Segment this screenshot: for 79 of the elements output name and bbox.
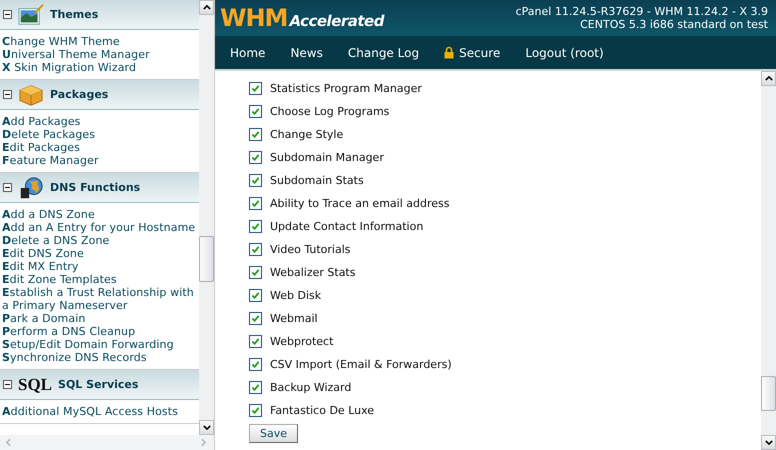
feature-label: Fantastico De Luxe: [270, 404, 374, 417]
sidebar-link[interactable]: Edit DNS Zone: [2, 247, 200, 260]
save-button[interactable]: Save: [249, 424, 298, 443]
feature-label: Subdomain Stats: [270, 174, 364, 187]
feature-label: Webalizer Stats: [270, 266, 356, 279]
section-title: Packages: [50, 88, 108, 101]
collapse-toggle[interactable]: [3, 380, 12, 389]
sql-logo: SQL: [18, 374, 52, 394]
checkbox[interactable]: [249, 289, 262, 302]
sidebar-link[interactable]: Add Packages: [2, 115, 200, 128]
version-text: cPanel 11.24.5-R37629 - WHM 11.24.2 - X 3.9: [516, 5, 768, 18]
scroll-down-button[interactable]: [761, 435, 776, 450]
scroll-down-button[interactable]: [199, 420, 214, 435]
checkbox[interactable]: [249, 174, 262, 187]
nav-link[interactable]: News: [290, 46, 323, 60]
checkbox[interactable]: [249, 220, 262, 233]
lock-icon: [444, 46, 454, 59]
sidebar-link[interactable]: Edit MX Entry: [2, 260, 200, 273]
feature-label: Web Disk: [270, 289, 322, 302]
nav-link[interactable]: Secure: [444, 46, 500, 60]
checkbox[interactable]: [249, 404, 262, 417]
scrollbar[interactable]: [199, 0, 214, 435]
box-icon: [18, 82, 44, 106]
checkbox[interactable]: [249, 151, 262, 164]
sidebar-link[interactable]: Perform a DNS Cleanup: [2, 325, 200, 338]
feature-label: Webmail: [270, 312, 318, 325]
scroll-up-button[interactable]: [761, 71, 776, 86]
checkbox[interactable]: [249, 335, 262, 348]
sidebar-link[interactable]: Delete a DNS Zone: [2, 234, 200, 247]
feature-label: CSV Import (Email & Forwarders): [270, 358, 452, 371]
collapse-toggle[interactable]: [3, 90, 12, 99]
nav-link[interactable]: Logout (root): [525, 46, 604, 60]
checkbox[interactable]: [249, 358, 262, 371]
sidebar-link[interactable]: Delete Packages: [2, 128, 200, 141]
sidebar-link[interactable]: Edit Zone Templates: [2, 273, 200, 286]
logo-text: WHM: [220, 4, 288, 32]
sidebar-link[interactable]: Synchronize DNS Records: [2, 351, 200, 364]
feature-label: Webprotect: [270, 335, 334, 348]
section-title: SQL Services: [58, 378, 138, 391]
sidebar-link[interactable]: Feature Manager: [2, 154, 200, 167]
landscape-picture-icon: [18, 2, 44, 26]
sidebar-link[interactable]: Change WHM Theme: [2, 35, 200, 48]
checkbox[interactable]: [249, 82, 262, 95]
sidebar-link[interactable]: Add an A Entry for your Hostname: [2, 221, 200, 234]
nav-link[interactable]: Change Log: [348, 46, 420, 60]
feature-label: Choose Log Programs: [270, 105, 390, 118]
sidebar-link[interactable]: Additional MySQL Access Hosts: [2, 405, 200, 418]
system-text: CENTOS 5.3 i686 standard on test: [580, 18, 768, 31]
feature-label: Update Contact Information: [270, 220, 424, 233]
logo-subtitle: Accelerated: [289, 12, 384, 30]
sidebar-link[interactable]: Universal Theme Manager: [2, 48, 200, 61]
checkbox[interactable]: [249, 128, 262, 141]
collapse-toggle[interactable]: [3, 10, 12, 19]
scroll-thumb[interactable]: [199, 236, 214, 282]
feature-label: Change Style: [270, 128, 344, 141]
section-title: DNS Functions: [50, 181, 140, 194]
scroll-thumb[interactable]: [761, 376, 776, 411]
feature-label: Backup Wizard: [270, 381, 352, 394]
feature-label: Statistics Program Manager: [270, 82, 422, 95]
nav-link[interactable]: Home: [230, 46, 266, 60]
sidebar-link[interactable]: Add a DNS Zone: [2, 208, 200, 221]
feature-label: Video Tutorials: [270, 243, 350, 256]
sidebar-link[interactable]: X Skin Migration Wizard: [2, 61, 200, 74]
sidebar-link[interactable]: Edit Packages: [2, 141, 200, 154]
sidebar-link[interactable]: Setup/Edit Domain Forwarding: [2, 338, 200, 351]
section-title: Themes: [50, 8, 98, 21]
feature-label: Subdomain Manager: [270, 151, 384, 164]
globe-icon: [18, 176, 44, 200]
checkbox[interactable]: [249, 312, 262, 325]
checkbox[interactable]: [249, 243, 262, 256]
checkbox[interactable]: [249, 197, 262, 210]
scroll-up-button[interactable]: [199, 0, 214, 15]
checkbox[interactable]: [249, 381, 262, 394]
checkbox[interactable]: [249, 266, 262, 279]
collapse-toggle[interactable]: [3, 183, 12, 192]
checkbox[interactable]: [249, 105, 262, 118]
scrollbar[interactable]: [761, 71, 776, 450]
sidebar-link[interactable]: Park a Domain: [2, 312, 200, 325]
feature-label: Ability to Trace an email address: [270, 197, 450, 210]
